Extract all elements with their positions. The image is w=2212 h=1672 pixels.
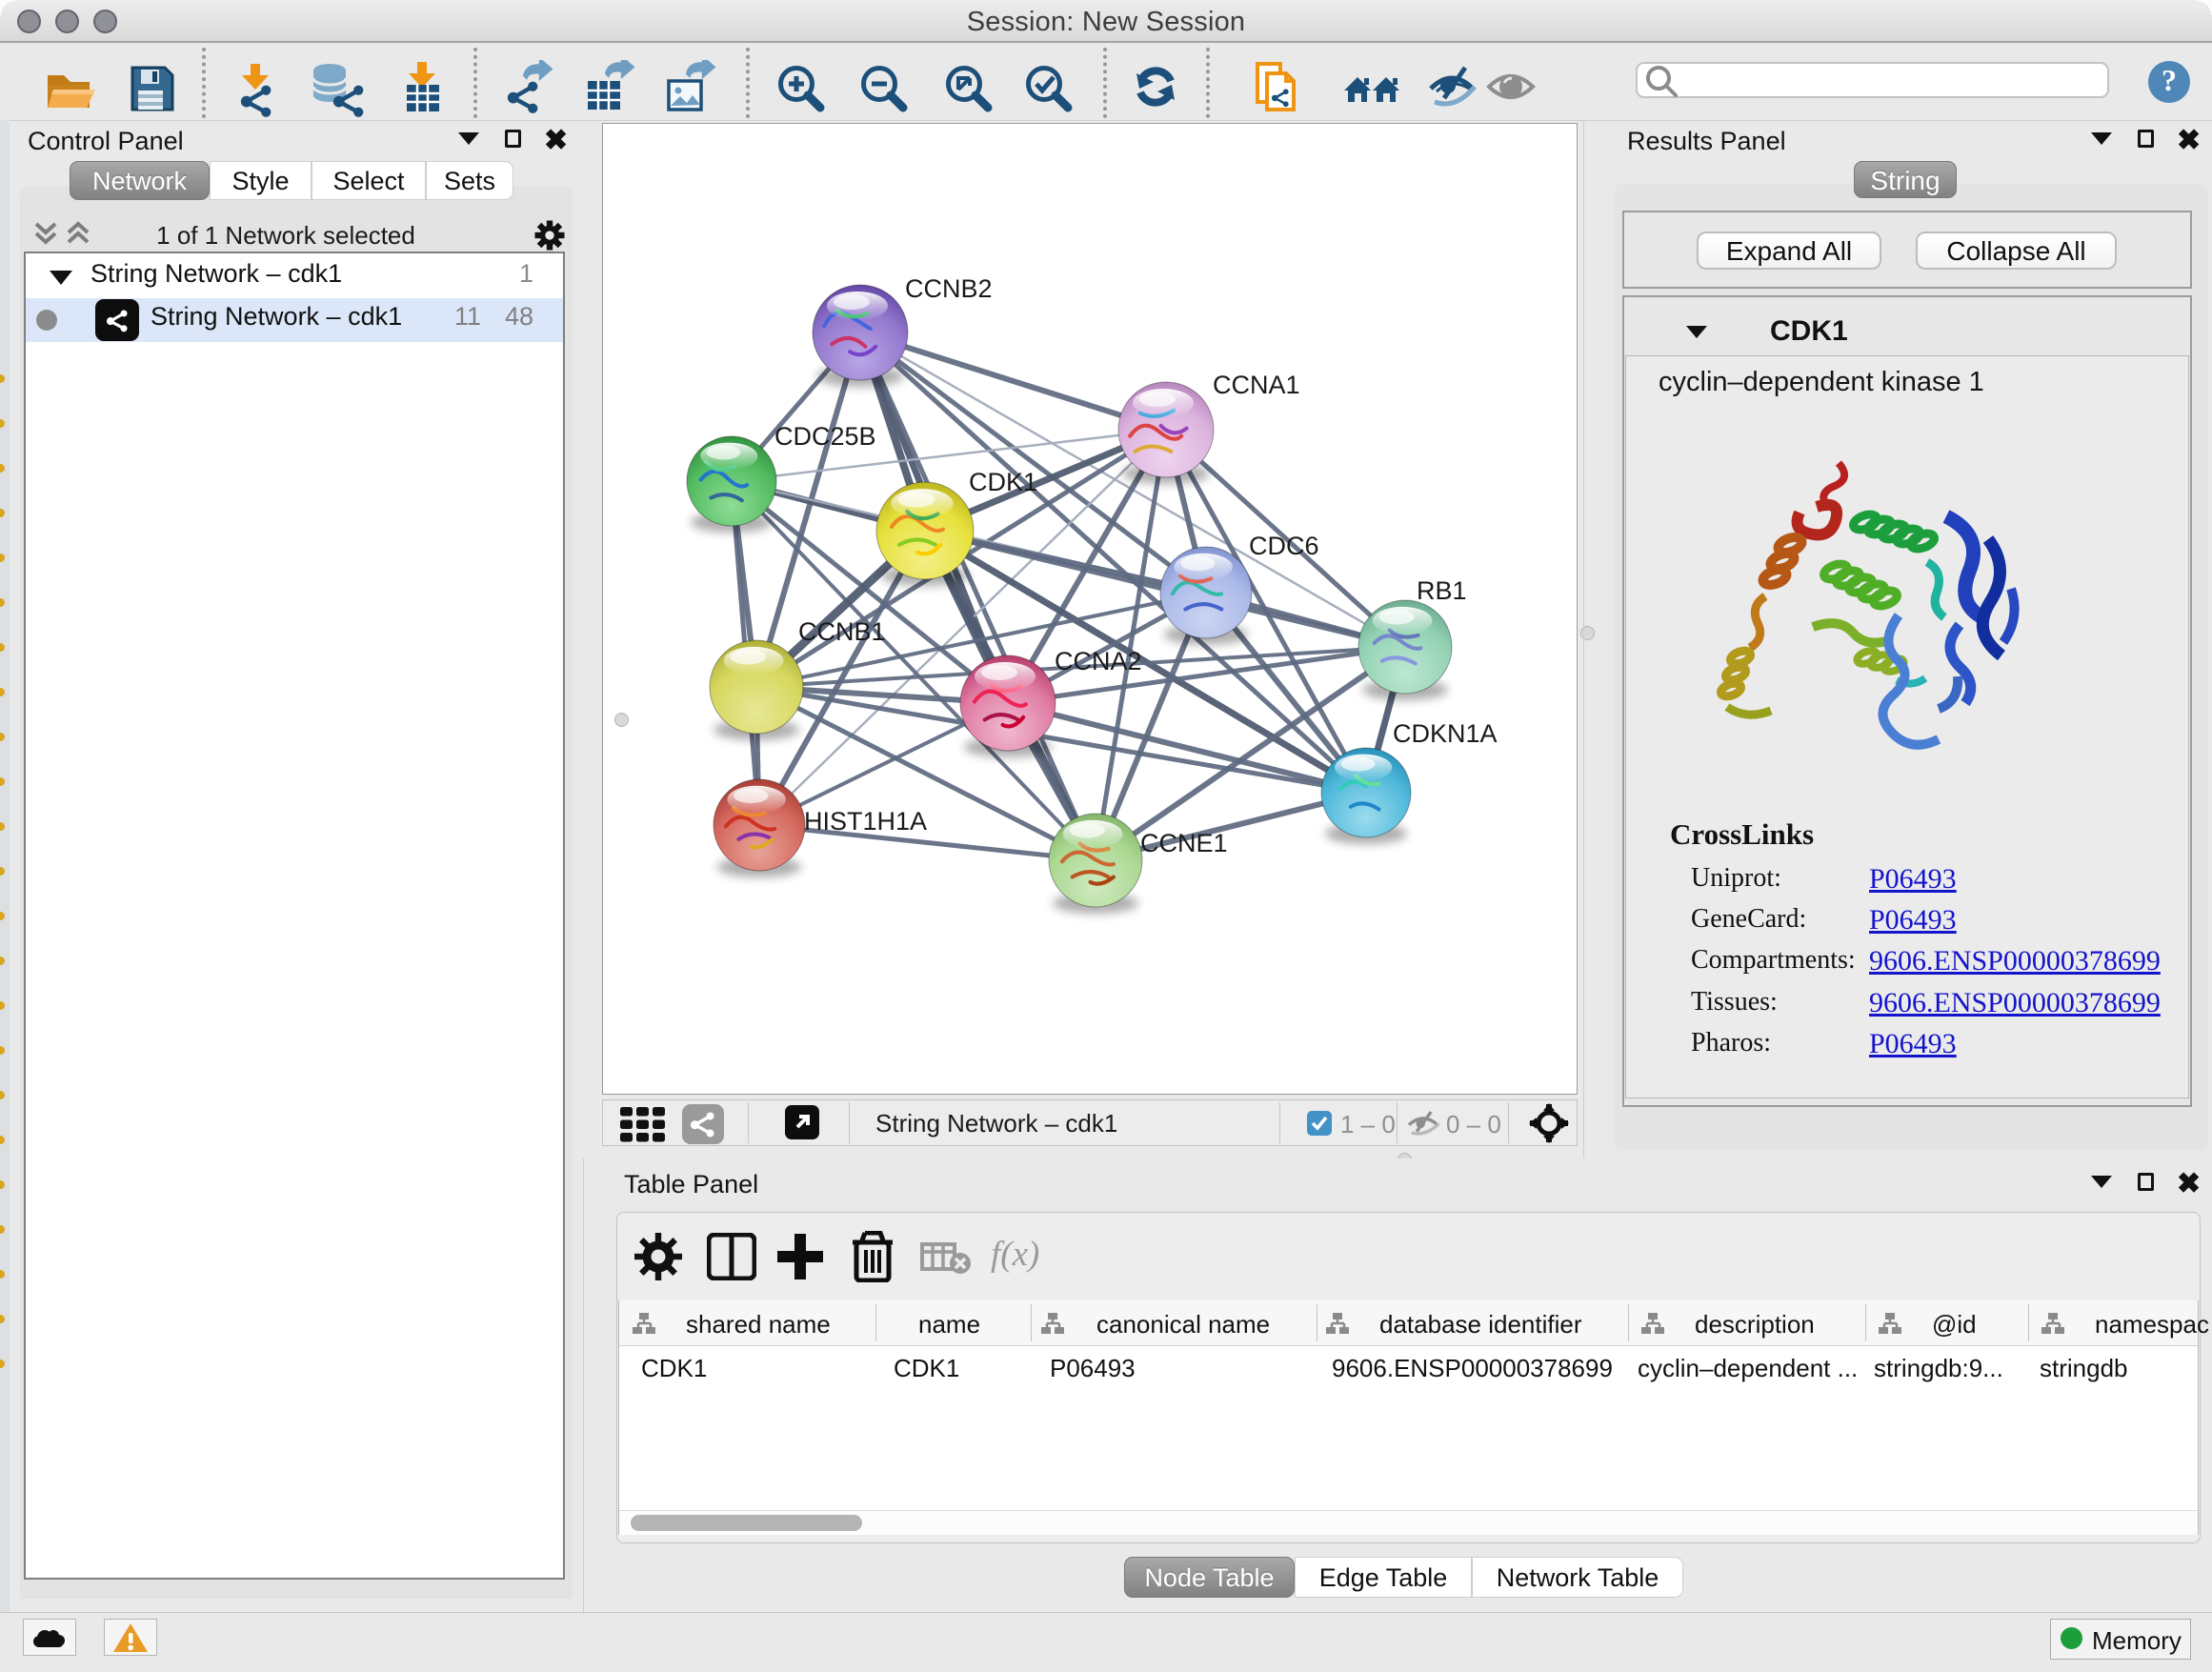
svg-text:?: ? <box>2162 63 2177 97</box>
svg-text:CCNB2: CCNB2 <box>905 274 993 303</box>
svg-text:RB1: RB1 <box>1417 576 1467 605</box>
svg-text:CCNE1: CCNE1 <box>1140 829 1228 857</box>
svg-text:CCNA1: CCNA1 <box>1213 371 1300 399</box>
svg-text:HIST1H1A: HIST1H1A <box>804 807 927 836</box>
svg-text:CDC6: CDC6 <box>1249 532 1319 560</box>
svg-text:CDK1: CDK1 <box>969 468 1037 496</box>
svg-text:CCNB1: CCNB1 <box>798 617 886 646</box>
svg-text:CCNA2: CCNA2 <box>1055 647 1142 675</box>
svg-text:CDKN1A: CDKN1A <box>1393 719 1498 748</box>
svg-text:CDC25B: CDC25B <box>774 422 876 451</box>
